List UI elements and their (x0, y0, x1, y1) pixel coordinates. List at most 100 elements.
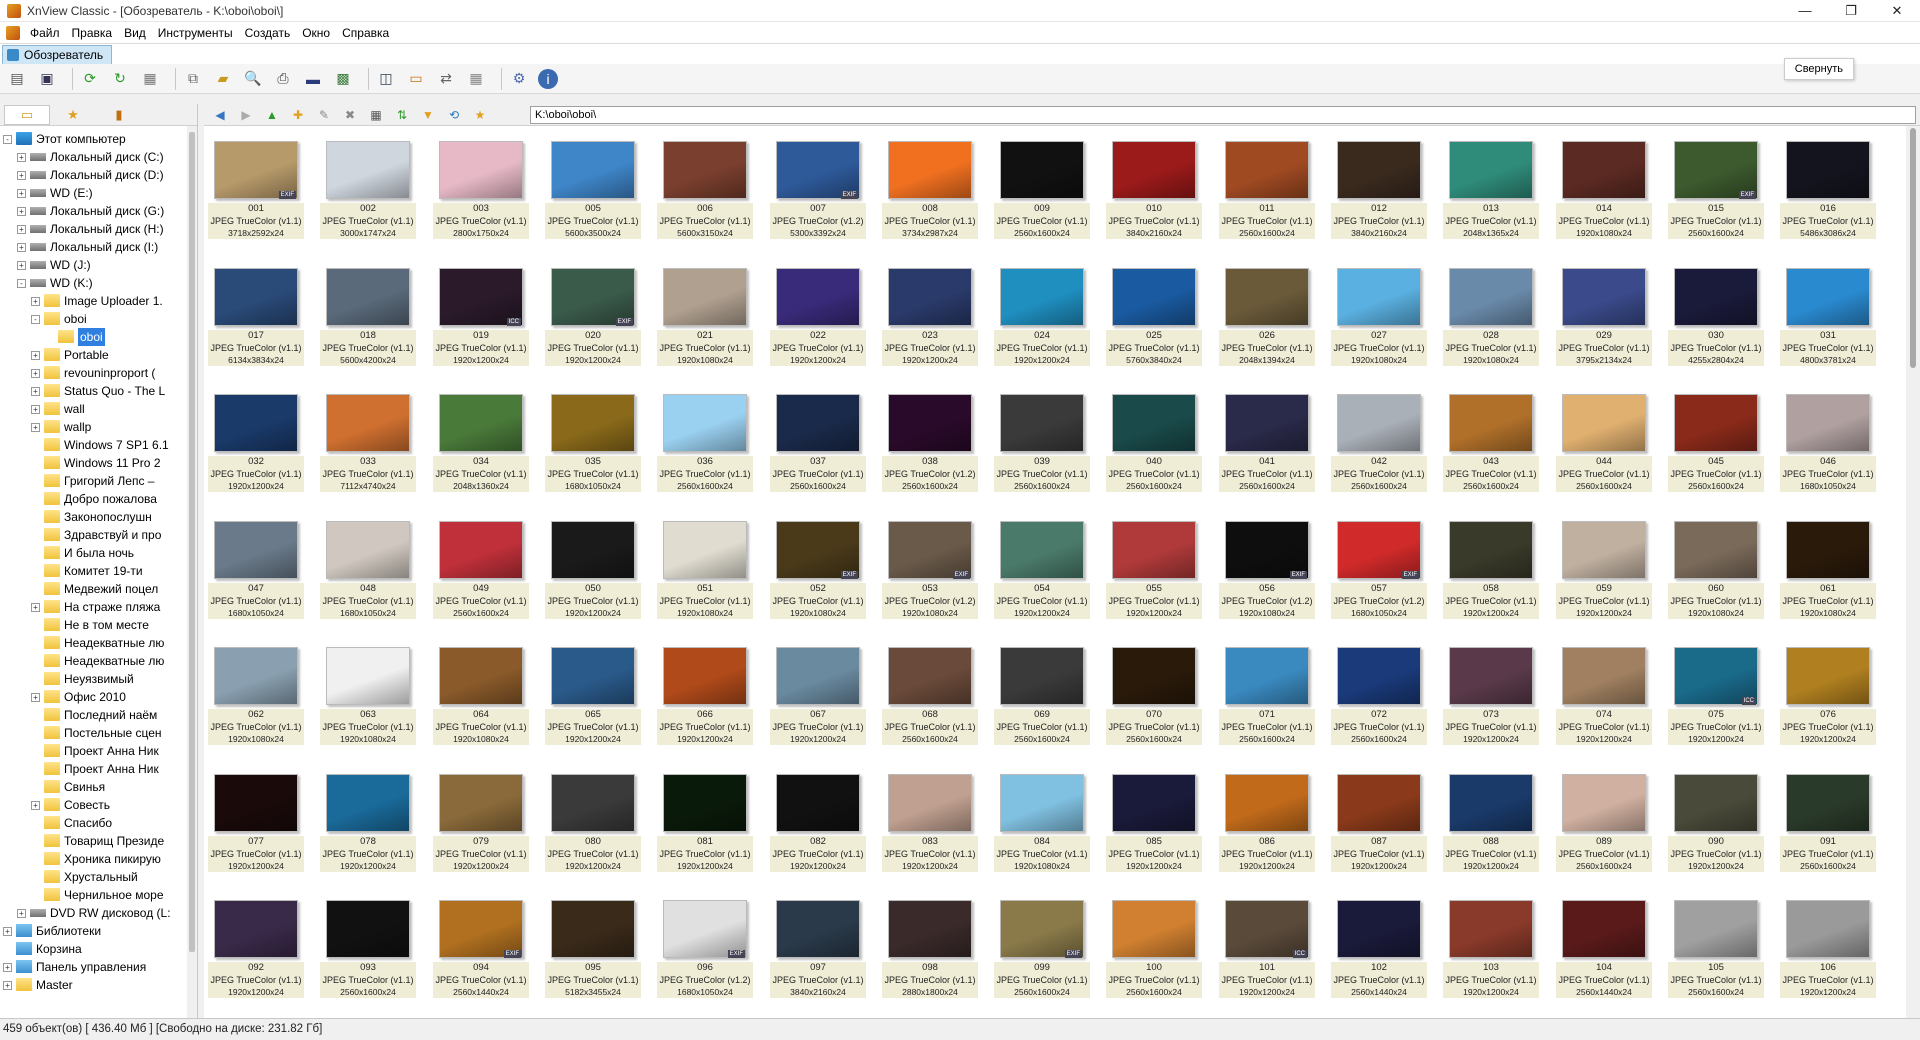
thumbnail-item[interactable]: 103 JPEG TrueColor (v1.1) 1920x1200x24 (1443, 893, 1539, 1010)
expand-icon[interactable]: + (17, 243, 26, 252)
thumbnail-item[interactable]: 091 JPEG TrueColor (v1.1) 2560x1600x24 (1780, 767, 1876, 887)
menu-tools[interactable]: Инструменты (152, 22, 239, 44)
tree-node[interactable]: - Этот компьютер (0, 130, 186, 148)
thumbnail-item[interactable]: 012 JPEG TrueColor (v1.1) 3840x2160x24 (1331, 134, 1427, 254)
collapse-icon[interactable]: - (3, 135, 12, 144)
app-menu-icon[interactable] (6, 25, 20, 40)
fullscreen-icon[interactable]: ▣ (36, 68, 58, 90)
favorites-tab[interactable]: ★ (50, 105, 96, 125)
tree-node[interactable]: - oboi (0, 310, 186, 328)
acquire-icon[interactable]: ▦ (139, 68, 161, 90)
expand-icon[interactable]: + (3, 963, 12, 972)
refresh-icon[interactable]: ⟳ (79, 68, 101, 90)
thumbnail-item[interactable]: 025 JPEG TrueColor (v1.1) 5760x3840x24 (1106, 261, 1202, 381)
folder-tree-scrollbar[interactable] (187, 126, 197, 1018)
view-mode-icon[interactable]: ▦ (366, 106, 386, 124)
thumbnail-item[interactable]: 032 JPEG TrueColor (v1.1) 1920x1200x24 (208, 387, 304, 507)
tree-node[interactable]: Проект Анна Ник (0, 760, 186, 778)
thumbnail-item[interactable]: 039 JPEG TrueColor (v1.1) 2560x1600x24 (994, 387, 1090, 507)
thumbnail-item[interactable]: 106 JPEG TrueColor (v1.1) 1920x1200x24 (1780, 893, 1876, 1010)
up-icon[interactable]: ▲ (262, 106, 282, 124)
expand-icon[interactable]: + (31, 351, 40, 360)
thumbnail-item[interactable]: 006 JPEG TrueColor (v1.1) 5600x3150x24 (657, 134, 753, 254)
rename-icon[interactable]: ✎ (314, 106, 334, 124)
tree-node[interactable]: Windows 11 Pro 2 (0, 454, 186, 472)
tree-node[interactable]: + Локальный диск (G:) (0, 202, 186, 220)
back-icon[interactable]: ◀ (210, 106, 230, 124)
thumbnail-item[interactable]: 069 JPEG TrueColor (v1.1) 2560x1600x24 (994, 640, 1090, 760)
tab-browser[interactable]: Обозреватель (2, 45, 113, 64)
thumbnail-item[interactable]: 060 JPEG TrueColor (v1.1) 1920x1080x24 (1668, 514, 1764, 634)
tree-node[interactable]: Медвежий поцел (0, 580, 186, 598)
tree-node[interactable]: Windows 7 SP1 6.1 (0, 436, 186, 454)
thumbnail-item[interactable]: 046 JPEG TrueColor (v1.1) 1680x1050x24 (1780, 387, 1876, 507)
tree-node[interactable]: Свинья (0, 778, 186, 796)
thumbnail-item[interactable]: 081 JPEG TrueColor (v1.1) 1920x1200x24 (657, 767, 753, 887)
thumbnail-item[interactable]: 068 JPEG TrueColor (v1.1) 2560x1600x24 (882, 640, 978, 760)
thumbnail-item[interactable]: 028 JPEG TrueColor (v1.1) 1920x1080x24 (1443, 261, 1539, 381)
menu-edit[interactable]: Правка (66, 22, 119, 44)
thumbnail-item[interactable]: 055 JPEG TrueColor (v1.1) 1920x1200x24 (1106, 514, 1202, 634)
thumbnail-item[interactable]: 048 JPEG TrueColor (v1.1) 1680x1050x24 (320, 514, 416, 634)
thumbnail-item[interactable]: 058 JPEG TrueColor (v1.1) 1920x1200x24 (1443, 514, 1539, 634)
thumbnail-item[interactable]: 011 JPEG TrueColor (v1.1) 2560x1600x24 (1219, 134, 1315, 254)
tree-node[interactable]: oboi (0, 328, 186, 346)
wallpaper-icon[interactable]: ▭ (405, 68, 427, 90)
menu-window[interactable]: Окно (296, 22, 336, 44)
tree-node[interactable]: Не в том месте (0, 616, 186, 634)
thumbnail-item[interactable]: 016 JPEG TrueColor (v1.1) 5486x3086x24 (1780, 134, 1876, 254)
maximize-button[interactable]: ❐ (1828, 0, 1874, 22)
expand-icon[interactable]: + (31, 423, 40, 432)
thumbnail-item[interactable]: 014 JPEG TrueColor (v1.1) 1920x1080x24 (1556, 134, 1652, 254)
thumbnail-item[interactable]: 037 JPEG TrueColor (v1.1) 2560x1600x24 (770, 387, 866, 507)
minimize-button[interactable]: — (1782, 0, 1828, 22)
tree-node[interactable]: + WD (J:) (0, 256, 186, 274)
thumbnail-item[interactable]: 005 JPEG TrueColor (v1.1) 5600x3500x24 (545, 134, 641, 254)
tree-node[interactable]: + Библиотеки (0, 922, 186, 940)
expand-icon[interactable]: + (17, 189, 26, 198)
thumbnail-item[interactable]: 047 JPEG TrueColor (v1.1) 1680x1050x24 (208, 514, 304, 634)
sort-icon[interactable]: ⇅ (392, 106, 412, 124)
move-icon[interactable]: ▰ (212, 68, 234, 90)
tree-node[interactable]: + На страже пляжа (0, 598, 186, 616)
thumbnail-item[interactable]: 104 JPEG TrueColor (v1.1) 2560x1440x24 (1556, 893, 1652, 1010)
thumbnail-item[interactable]: 090 JPEG TrueColor (v1.1) 1920x1200x24 (1668, 767, 1764, 887)
thumbnail-item[interactable]: 008 JPEG TrueColor (v1.1) 3734x2987x24 (882, 134, 978, 254)
close-button[interactable]: ✕ (1874, 0, 1920, 22)
address-input[interactable]: K:\oboi\oboi\ (530, 106, 1916, 124)
thumbnail-item[interactable]: 040 JPEG TrueColor (v1.1) 2560x1600x24 (1106, 387, 1202, 507)
thumbnail-item[interactable]: 084 JPEG TrueColor (v1.1) 1920x1080x24 (994, 767, 1090, 887)
thumbnail-item[interactable]: EXIF 094 JPEG TrueColor (v1.1) 2560x1440x24 (433, 893, 529, 1010)
thumbnail-item[interactable]: 098 JPEG TrueColor (v1.1) 2880x1800x24 (882, 893, 978, 1010)
thumbnail-item[interactable]: 070 JPEG TrueColor (v1.1) 2560x1600x24 (1106, 640, 1202, 760)
tree-node[interactable]: Хрустальный (0, 868, 186, 886)
thumbnail-item[interactable]: 044 JPEG TrueColor (v1.1) 2560x1600x24 (1556, 387, 1652, 507)
copy-icon[interactable]: ⧉ (182, 68, 204, 90)
tree-node[interactable]: + wallp (0, 418, 186, 436)
thumbnail-item[interactable]: 072 JPEG TrueColor (v1.1) 2560x1600x24 (1331, 640, 1427, 760)
tree-node[interactable]: Неадекватные лю (0, 634, 186, 652)
expand-icon[interactable]: + (3, 981, 12, 990)
thumbnail-item[interactable]: EXIF 052 JPEG TrueColor (v1.1) 1920x1080x24 (770, 514, 866, 634)
expand-icon[interactable]: + (17, 909, 26, 918)
new-folder-icon[interactable]: ✚ (288, 106, 308, 124)
thumbnail-item[interactable]: 045 JPEG TrueColor (v1.1) 2560x1600x24 (1668, 387, 1764, 507)
tree-node[interactable]: Проект Анна Ник (0, 742, 186, 760)
menu-help[interactable]: Справка (336, 22, 395, 44)
expand-icon[interactable]: + (17, 171, 26, 180)
thumbnail-item[interactable]: 100 JPEG TrueColor (v1.1) 2560x1600x24 (1106, 893, 1202, 1010)
thumbnail-item[interactable]: 077 JPEG TrueColor (v1.1) 1920x1200x24 (208, 767, 304, 887)
expand-icon[interactable]: + (3, 927, 12, 936)
thumbnail-item[interactable]: 043 JPEG TrueColor (v1.1) 2560x1600x24 (1443, 387, 1539, 507)
thumbnail-item[interactable]: 080 JPEG TrueColor (v1.1) 1920x1200x24 (545, 767, 641, 887)
thumbnail-item[interactable]: 083 JPEG TrueColor (v1.1) 1920x1200x24 (882, 767, 978, 887)
expand-icon[interactable]: + (31, 405, 40, 414)
thumbnail-item[interactable]: 036 JPEG TrueColor (v1.1) 2560x1600x24 (657, 387, 753, 507)
thumbnail-item[interactable]: 085 JPEG TrueColor (v1.1) 1920x1200x24 (1106, 767, 1202, 887)
thumbnail-item[interactable]: EXIF 015 JPEG TrueColor (v1.1) 2560x1600x24 (1668, 134, 1764, 254)
tree-node[interactable]: + Локальный диск (I:) (0, 238, 186, 256)
thumbnail-item[interactable]: EXIF 053 JPEG TrueColor (v1.2) 1920x1080x24 (882, 514, 978, 634)
thumbnail-item[interactable]: EXIF 099 JPEG TrueColor (v1.1) 2560x1600x24 (994, 893, 1090, 1010)
collapse-icon[interactable]: - (17, 279, 26, 288)
print-icon[interactable]: ⎙ (272, 68, 294, 90)
